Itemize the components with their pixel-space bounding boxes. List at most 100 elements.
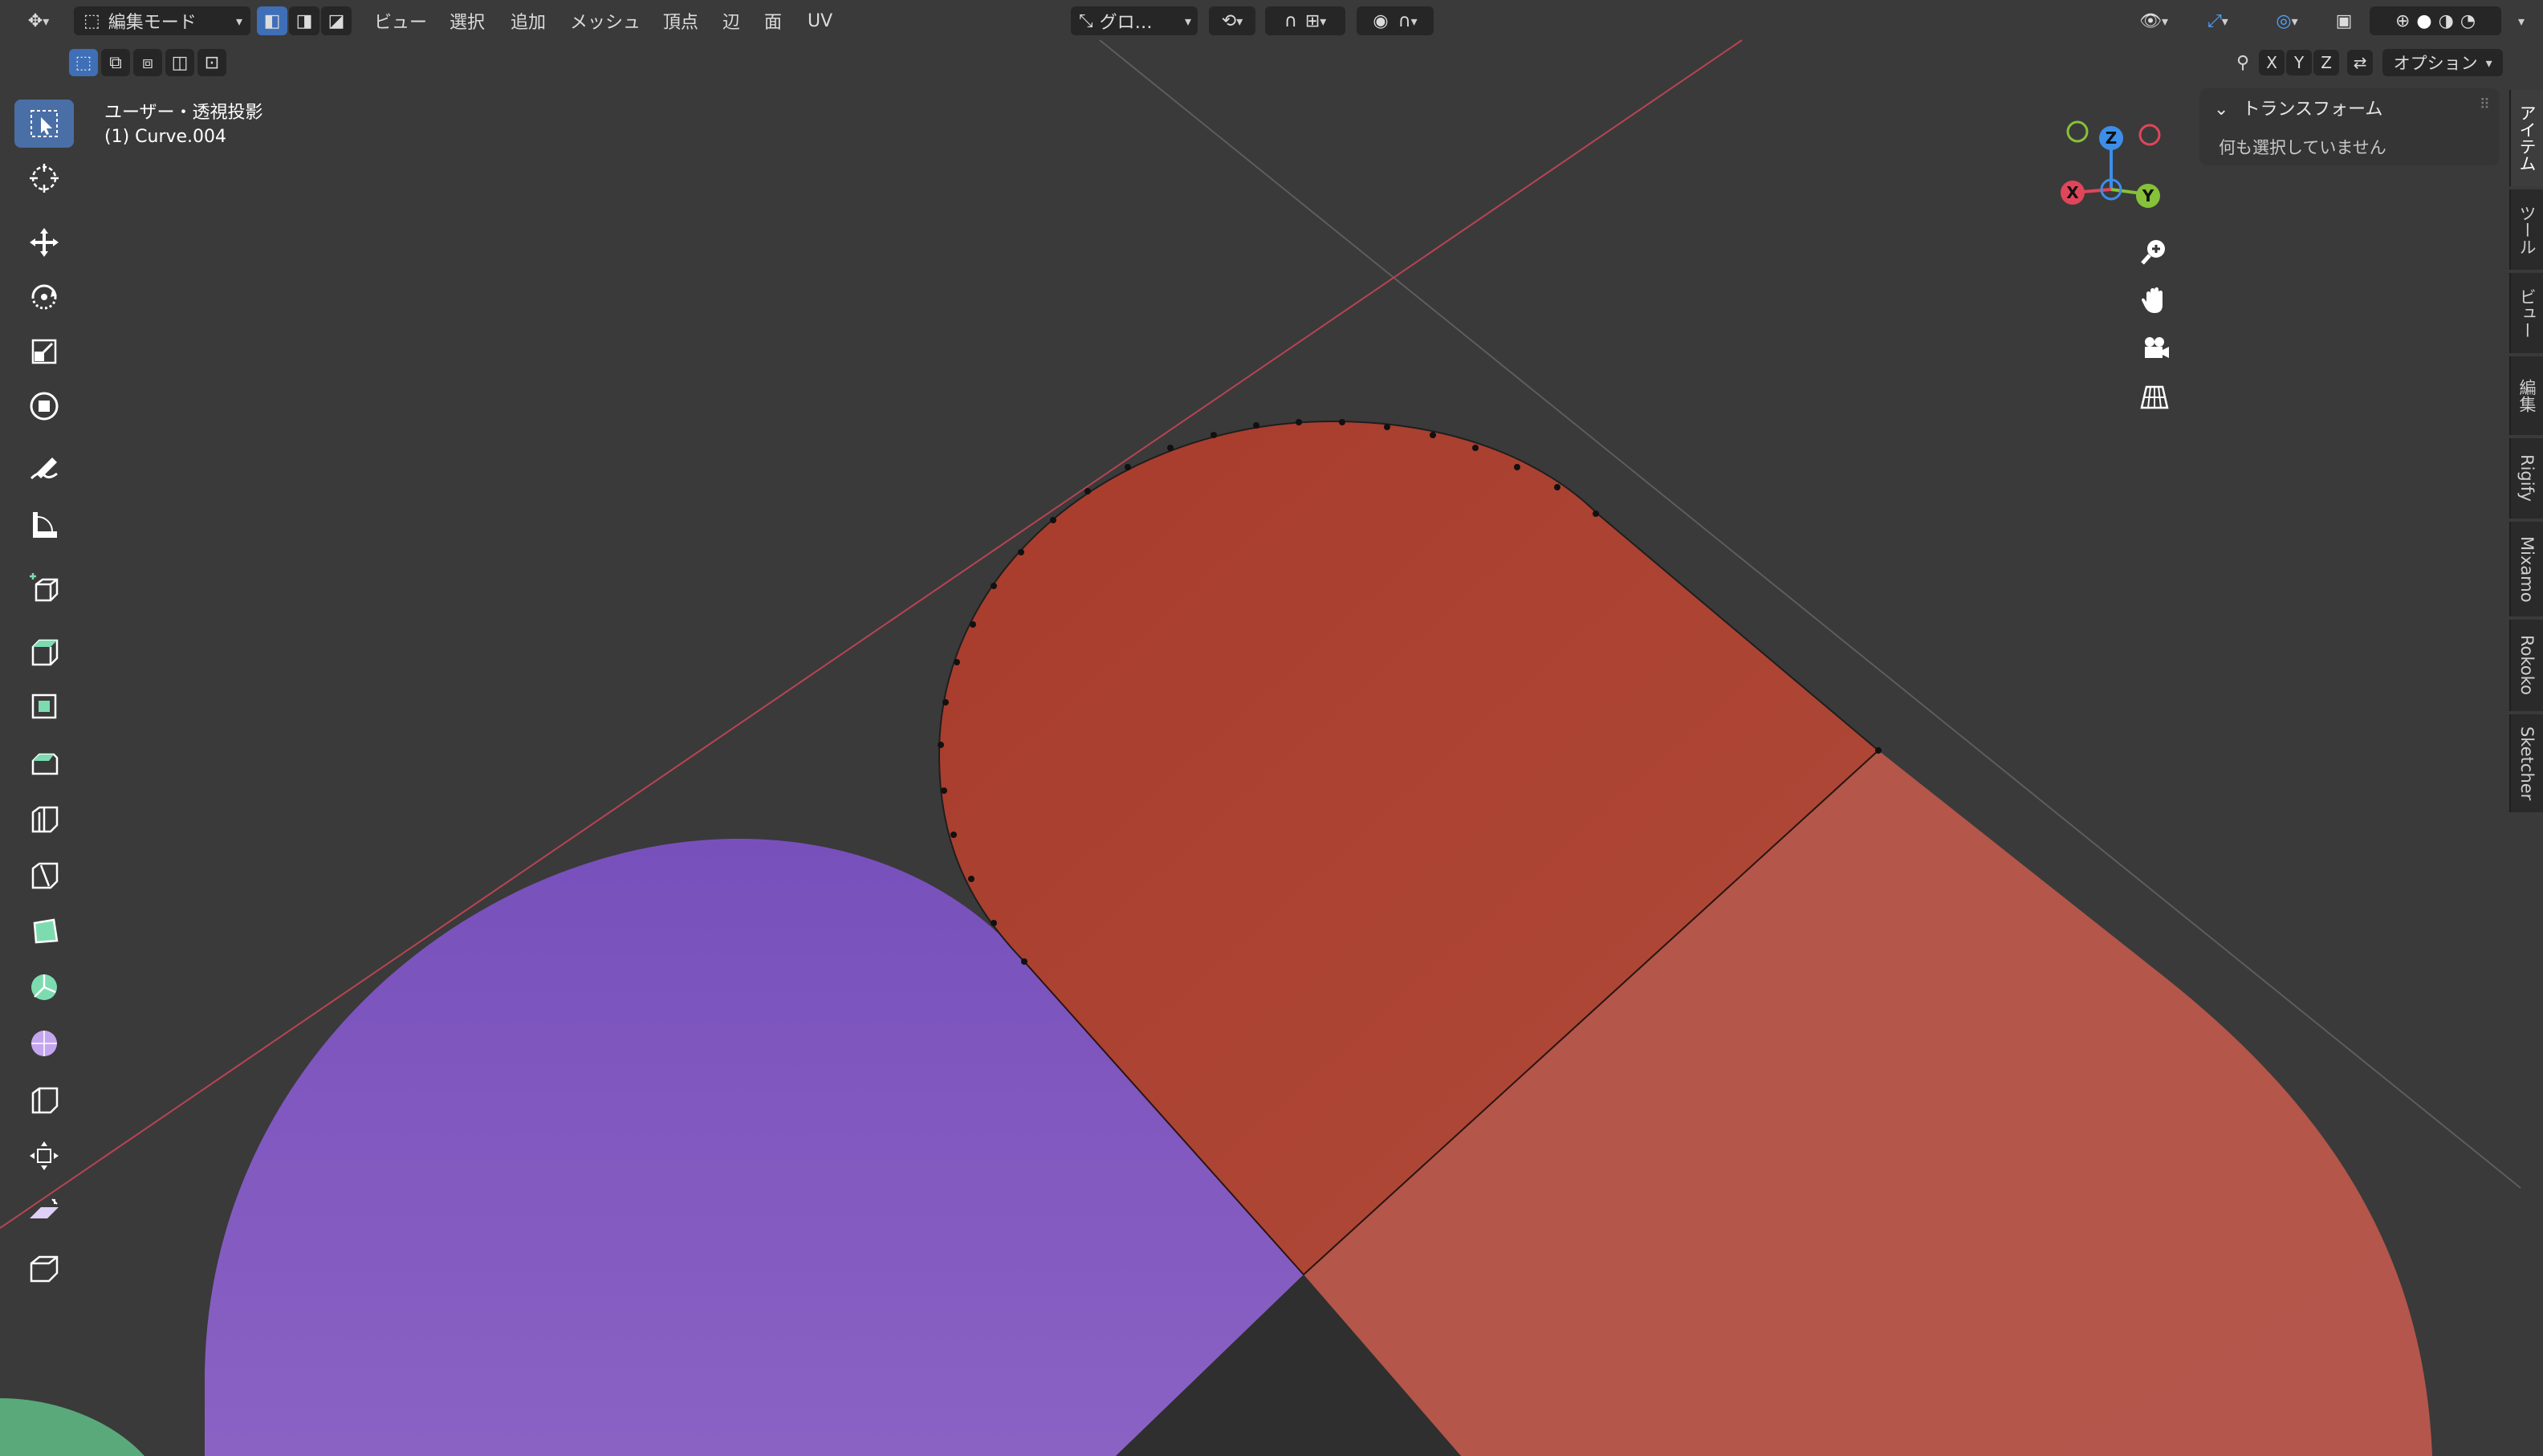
gizmo-icon: ⤢ [2207,10,2222,31]
mirror-z-toggle[interactable]: Z [2313,50,2340,75]
add-cube-tool[interactable] [14,565,74,613]
proportional-edit-dropdown[interactable]: ◉ ∩ ▾ [1357,6,1434,35]
knife-icon [31,862,59,889]
scale-tool[interactable] [14,327,74,376]
snap-target-icon: ⊞ [1304,10,1320,31]
extrude-icon [31,639,59,666]
viewport-header: ✥ ▾ ⬚ 編集モード ▾ ◧ ◨ ◪ ビュー 選択 追加 メッシュ 頂点 辺 面… [0,0,2543,42]
gizmo-toggle[interactable]: ⤢ ▾ [2190,6,2246,35]
select-box-tool[interactable] [14,100,74,148]
select-new-button[interactable]: ⬚ [69,49,98,76]
select-invert-button[interactable]: ◫ [165,49,194,76]
visibility-dropdown[interactable]: 👁 ▾ [2130,6,2177,35]
poly-build-tool[interactable] [14,907,74,955]
move-icon [30,228,59,257]
pivot-point-dropdown[interactable]: ⟲ ▾ [1209,6,1255,35]
menu-select[interactable]: 選択 [450,8,485,34]
wireframe-shading-icon[interactable]: ⊕ [2395,11,2410,31]
options-label: オプション [2393,54,2478,73]
tab-mixamo-label: Mixamo [2517,535,2537,603]
tab-sketcher[interactable]: Sketcher [2509,714,2543,812]
gizmo-z-label: Z [2106,128,2118,148]
select-extend-icon: ⧉ [109,52,122,73]
zoom-button[interactable] [2130,230,2179,275]
shading-dropdown[interactable]: ▾ [2509,6,2533,35]
gizmo-y-label: Y [2142,186,2154,205]
mirror-x-toggle[interactable]: X [2259,50,2285,75]
navigation-gizmo[interactable]: Z X Y [2055,112,2167,225]
measure-icon [33,512,57,538]
select-subtract-button[interactable]: ⧈ [133,49,162,76]
tab-rokoko[interactable]: Rokoko [2509,620,2543,711]
rip-region-tool[interactable] [14,1244,74,1292]
menu-edge[interactable]: 辺 [722,8,740,34]
material-shading-icon[interactable]: ◑ [2439,11,2454,31]
mode-dropdown[interactable]: ⬚ 編集モード ▾ [74,6,250,35]
measure-tool[interactable] [14,501,74,549]
grid-perspective-icon [2140,385,2169,409]
perspective-toggle-button[interactable] [2130,374,2179,419]
knife-tool[interactable] [14,851,74,899]
snap-dropdown[interactable]: ∩ ⊞ ▾ [1265,6,1345,35]
pan-button[interactable] [2130,278,2179,323]
spin-icon [31,974,57,1000]
axis-gizmo: Z X Y [2061,120,2161,208]
edge-select-button[interactable]: ◨ [289,6,319,35]
loop-cut-tool[interactable] [14,795,74,843]
topology-mirror-toggle[interactable]: ⇄ [2347,50,2374,75]
tab-rigify[interactable]: Rigify [2509,438,2543,519]
tab-rokoko-label: Rokoko [2517,635,2537,696]
select-intersect-button[interactable]: ⊡ [197,49,226,76]
face-select-button[interactable]: ◪ [321,6,352,35]
xray-toggle[interactable]: ▣ [2328,6,2360,35]
annotate-tool[interactable] [14,446,74,494]
tab-mixamo[interactable]: Mixamo [2509,522,2543,616]
inset-tool[interactable] [14,682,74,730]
menu-add[interactable]: 追加 [511,8,546,34]
tab-item[interactable]: アイテム [2509,90,2543,186]
mirror-y-toggle[interactable]: Y [2286,50,2313,75]
vertex-select-button[interactable]: ◧ [257,6,287,35]
tab-view[interactable]: ビュー [2509,273,2543,353]
loop-cut-icon [31,806,59,833]
editor-type-button[interactable]: ✥ ▾ [14,6,63,35]
menu-face[interactable]: 面 [764,8,782,34]
shrink-fatten-tool[interactable] [14,1132,74,1180]
options-dropdown[interactable]: オプション ▾ [2382,49,2504,76]
shear-tool[interactable] [14,1188,74,1236]
menu-vertex[interactable]: 頂点 [663,8,698,34]
move-tool[interactable] [14,218,74,266]
edge-slide-icon [31,1087,59,1114]
cursor-tool[interactable] [14,154,74,202]
smooth-tool[interactable] [14,1019,74,1068]
tab-tool[interactable]: ツール [2509,189,2543,270]
annotate-icon [30,458,58,480]
transform-orientation-dropdown[interactable]: ⤡ グロ… ▾ [1071,6,1198,35]
tab-edit[interactable]: 編集 [2509,356,2543,435]
transform-panel-header[interactable]: ⌄ トランスフォーム [2214,95,2382,120]
selection-mode-row: ⬚ ⧉ ⧈ ◫ ⊡ [69,48,226,77]
camera-view-button[interactable] [2130,326,2179,371]
select-box-icon [31,110,58,137]
orientation-icon: ⤡ [1079,10,1093,31]
transform-tool[interactable] [14,382,74,430]
overlay-toggle[interactable]: ◎ ▾ [2260,6,2313,35]
panel-drag-handle-icon[interactable]: ⠿ [2480,96,2490,113]
select-subtract-icon: ⧈ [142,52,153,73]
edge-slide-tool[interactable] [14,1076,74,1124]
nothing-selected-message: 何も選択していません [2219,138,2386,157]
rotate-tool[interactable] [14,273,74,321]
select-extend-button[interactable]: ⧉ [101,49,130,76]
menu-uv[interactable]: UV [808,8,832,34]
menu-mesh[interactable]: メッシュ [570,8,641,34]
chevron-down-icon: ▾ [2485,55,2492,71]
solid-shading-icon[interactable]: ● [2416,11,2431,31]
select-intersect-icon: ⊡ [204,52,220,73]
inset-icon [31,693,57,719]
spin-tool[interactable] [14,963,74,1011]
menu-view[interactable]: ビュー [374,8,427,34]
bevel-tool[interactable] [14,738,74,787]
scale-icon [31,339,57,364]
extrude-tool[interactable] [14,626,74,674]
rendered-shading-icon[interactable]: ◔ [2460,11,2476,31]
